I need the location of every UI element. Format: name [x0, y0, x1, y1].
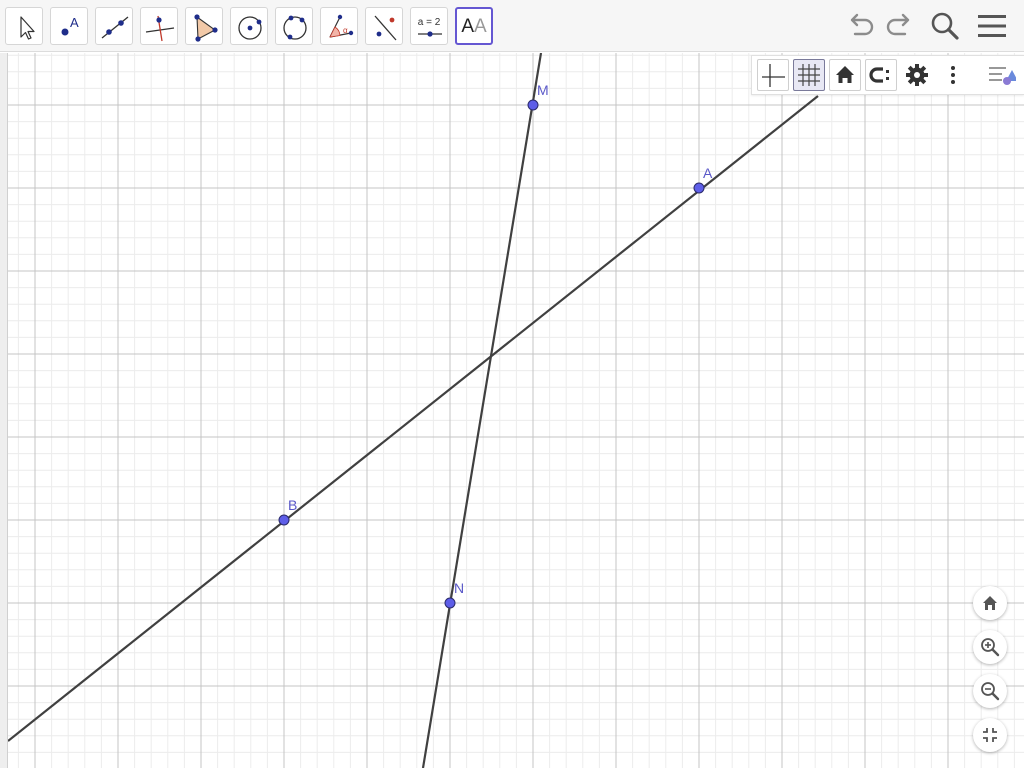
exit-fullscreen-icon: [983, 728, 997, 742]
point-M[interactable]: M: [527, 82, 549, 111]
home-icon: [983, 596, 997, 610]
graphics-settings-button[interactable]: [901, 59, 933, 91]
axes-toggle-icon: [762, 64, 785, 87]
settings-gear-icon: [906, 64, 928, 86]
move-arrow-icon: [20, 16, 35, 40]
slider-icon: [418, 31, 442, 37]
search-icon: [931, 12, 959, 40]
tool-text[interactable]: AA: [455, 7, 493, 45]
zoom-out-icon: [981, 682, 1000, 701]
standard-view-stylebar-button[interactable]: [829, 59, 861, 91]
point-label-M: M: [537, 82, 549, 98]
graphics-canvas[interactable]: M A B N: [8, 53, 1024, 768]
tool-angle[interactable]: α: [320, 7, 358, 45]
search-button[interactable]: [927, 8, 963, 44]
zoom-in-icon: [981, 638, 1000, 657]
undo-icon: [850, 13, 874, 36]
tool-reflect[interactable]: [365, 7, 403, 45]
hamburger-menu-icon: [978, 15, 1006, 37]
standard-view-icon: [836, 66, 854, 83]
standard-view-button[interactable]: [973, 586, 1007, 620]
svg-text:α: α: [343, 26, 348, 35]
graphics-style-bar: [751, 55, 1024, 95]
redo-button[interactable]: [881, 8, 917, 44]
graphics-view[interactable]: M A B N: [8, 53, 1024, 768]
zoom-in-button[interactable]: [973, 630, 1007, 664]
toggle-style-bar-button[interactable]: [985, 59, 1018, 91]
circle-center-point-icon: [238, 16, 262, 40]
circle-three-points-icon: [283, 15, 307, 40]
undo-button[interactable]: [843, 8, 879, 44]
toggle-style-bar-icon: [989, 67, 1018, 85]
more-vertical-icon: [951, 66, 955, 84]
grid-toggle-button[interactable]: [793, 59, 825, 91]
zoom-out-button[interactable]: [973, 674, 1007, 708]
point-B[interactable]: B: [278, 497, 297, 526]
tool-circle-three-points[interactable]: [275, 7, 313, 45]
line-icon: [101, 16, 129, 39]
algebra-view-collapsed-edge[interactable]: [0, 53, 8, 768]
tool-line[interactable]: [95, 7, 133, 45]
tool-point[interactable]: A: [50, 7, 88, 45]
tool-circle-center[interactable]: [230, 7, 268, 45]
svg-text:A: A: [70, 15, 79, 30]
perpendicular-line-icon: [145, 15, 175, 42]
point-icon: A: [61, 15, 79, 36]
geogebra-app: A α a = 2 AA M A B N: [0, 0, 1024, 768]
main-menu-button[interactable]: [974, 8, 1010, 44]
more-options-button[interactable]: [937, 59, 969, 91]
angle-icon: α: [329, 14, 354, 38]
grid-toggle-icon: [798, 64, 820, 86]
minor-grid: [8, 53, 1024, 768]
toolbar: A α a = 2 AA: [0, 0, 1024, 52]
point-label-B: B: [288, 497, 297, 513]
tool-perpendicular[interactable]: [140, 7, 178, 45]
point-label-A: A: [703, 165, 713, 181]
tool-polygon[interactable]: [185, 7, 223, 45]
point-N[interactable]: N: [444, 580, 464, 609]
text-icon: AA: [461, 16, 487, 37]
point-capturing-icon: [869, 67, 889, 83]
line-MN[interactable]: [421, 53, 543, 768]
point-A[interactable]: A: [693, 165, 713, 194]
exit-fullscreen-button[interactable]: [973, 718, 1007, 752]
point-capturing-button[interactable]: [865, 59, 897, 91]
reflect-about-line-icon: [374, 15, 397, 41]
tool-move[interactable]: [5, 7, 43, 45]
tool-slider[interactable]: a = 2: [410, 7, 448, 45]
axes-toggle-button[interactable]: [757, 59, 789, 91]
redo-icon: [886, 13, 910, 36]
polygon-icon: [194, 14, 218, 42]
point-label-N: N: [454, 580, 464, 596]
